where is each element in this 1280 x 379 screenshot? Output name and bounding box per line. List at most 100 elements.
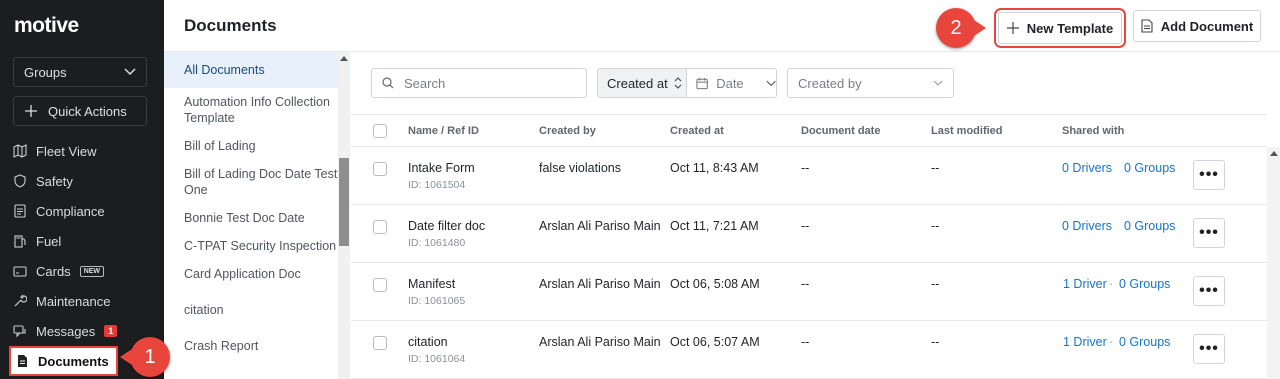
template-item[interactable]: Crash Report [164,324,349,360]
map-icon [13,144,27,158]
sidebar-item-safety[interactable]: Safety [0,166,164,196]
scrollbar-thumb[interactable] [339,158,349,246]
document-name[interactable]: Date filter doc [408,219,485,233]
column-header-last-modified[interactable]: Last modified [931,125,1003,137]
created-at-value: Oct 11, 8:43 AM [670,161,759,175]
search-icon [382,77,394,89]
date-filter-label: Date [716,75,744,91]
shared-groups-link[interactable]: 0 Groups [1124,219,1175,233]
plus-icon [1006,22,1019,34]
table-scrollbar[interactable] [1267,147,1280,379]
document-date-value: -- [801,277,810,291]
template-item[interactable]: citation [164,288,349,324]
template-item[interactable]: Automation Info Collection Template [164,88,349,132]
shared-groups-link[interactable]: 0 Groups [1119,335,1170,349]
sidebar-item-compliance[interactable]: Compliance [0,196,164,226]
sidebar: motive Groups Quick Actions Fleet View S… [0,0,164,379]
column-header-name[interactable]: Name / Ref ID [408,125,479,137]
column-header-created-at[interactable]: Created at [670,125,724,137]
document-name[interactable]: citation [408,335,448,349]
row-checkbox[interactable] [373,220,387,234]
created-at-value: Oct 11, 7:21 AM [670,219,759,233]
shared-drivers-link[interactable]: 1 Driver [1063,277,1107,291]
document-name[interactable]: Manifest [408,277,455,291]
select-all-checkbox[interactable] [373,124,387,138]
new-template-button[interactable]: New Template [994,8,1126,48]
more-actions-button[interactable]: ••• [1193,276,1225,306]
search-placeholder: Search [404,75,446,91]
row-checkbox[interactable] [373,278,387,292]
row-checkbox[interactable] [373,336,387,350]
shared-separator: · [1109,277,1114,291]
callout-step-1: 1 [120,337,170,377]
sidebar-item-label: Maintenance [36,293,111,309]
table-row[interactable]: Intake Form ID: 1061504 false violations… [351,147,1267,205]
column-header-shared-with[interactable]: Shared with [1062,125,1124,137]
column-header-document-date[interactable]: Document date [801,125,880,137]
more-actions-button[interactable]: ••• [1193,160,1225,190]
chat-icon [13,325,26,338]
file-icon [18,355,27,367]
chevron-down-icon [124,68,136,76]
fuel-icon [14,235,26,248]
document-date-value: -- [801,161,810,175]
shared-groups-link[interactable]: 0 Groups [1124,161,1175,175]
groups-label: Groups [24,64,67,80]
sidebar-item-fleet-view[interactable]: Fleet View [0,136,164,166]
table-row[interactable]: Manifest ID: 1061065 Arslan Ali Pariso M… [351,263,1267,321]
row-checkbox[interactable] [373,162,387,176]
created-by-value: Arslan Ali Pariso Main [539,219,661,233]
template-item[interactable]: Bill of Lading Doc Date Test One [164,160,349,204]
sort-created-at-button[interactable]: Created at [597,68,687,98]
template-item[interactable]: Card Application Doc [164,260,349,288]
template-item[interactable]: Bill of Lading [164,132,349,160]
template-item[interactable]: C-TPAT Security Inspection [164,232,349,260]
last-modified-value: -- [931,219,940,233]
shared-separator: · [1109,335,1114,349]
document-name[interactable]: Intake Form [408,161,475,175]
shared-drivers-link[interactable]: 1 Driver [1063,335,1107,349]
document-ref-id: ID: 1061504 [408,179,466,191]
sidebar-item-label: Fuel [36,233,62,249]
template-list: All Documents Automation Info Collection… [164,52,350,379]
add-document-button[interactable]: Add Document [1133,10,1261,42]
scroll-up-arrow-icon[interactable] [1270,151,1278,156]
plus-icon [25,105,37,117]
sidebar-item-label: Documents [38,353,109,369]
search-input[interactable]: Search [371,68,587,98]
document-list-icon [14,204,26,218]
add-document-label: Add Document [1160,18,1254,34]
column-header-created-by[interactable]: Created by [539,125,596,137]
more-actions-button[interactable]: ••• [1193,218,1225,248]
table-row[interactable]: citation ID: 1061064 Arslan Ali Pariso M… [351,321,1267,379]
template-item-all-documents[interactable]: All Documents [164,52,349,88]
shared-drivers-link[interactable]: 0 Drivers [1062,219,1112,233]
sidebar-item-fuel[interactable]: Fuel [0,226,164,256]
last-modified-value: -- [931,335,940,349]
sidebar-item-maintenance[interactable]: Maintenance [0,286,164,316]
sidebar-item-label: Messages [36,323,96,339]
sidebar-item-documents[interactable]: Documents [9,346,118,376]
table-row[interactable]: Date filter doc ID: 1061480 Arslan Ali P… [351,205,1267,263]
sidebar-item-label: Fleet View [36,143,97,159]
date-filter-dropdown[interactable]: Date [687,68,777,98]
created-by-dropdown[interactable]: Created by [787,68,954,98]
last-modified-value: -- [931,161,940,175]
groups-dropdown[interactable]: Groups [13,57,147,87]
sidebar-item-cards[interactable]: Cards NEW [0,256,164,286]
template-list-scrollbar[interactable] [338,52,350,379]
more-actions-button[interactable]: ••• [1193,334,1225,364]
shared-groups-link[interactable]: 0 Groups [1119,277,1170,291]
chevron-down-icon [933,80,943,86]
new-template-label: New Template [1026,20,1114,36]
template-item[interactable]: Bonnie Test Doc Date [164,204,349,232]
created-at-value: Oct 06, 5:07 AM [670,335,760,349]
shared-drivers-link[interactable]: 0 Drivers [1062,161,1112,175]
quick-actions-button[interactable]: Quick Actions [13,96,147,126]
table-header: Name / Ref ID Created by Created at Docu… [351,114,1267,147]
created-by-label: Created by [798,75,862,91]
created-by-value: false violations [539,161,621,175]
motive-logo[interactable]: motive [14,14,79,38]
sidebar-item-label: Safety [36,173,73,189]
scroll-up-arrow-icon[interactable] [340,56,348,61]
